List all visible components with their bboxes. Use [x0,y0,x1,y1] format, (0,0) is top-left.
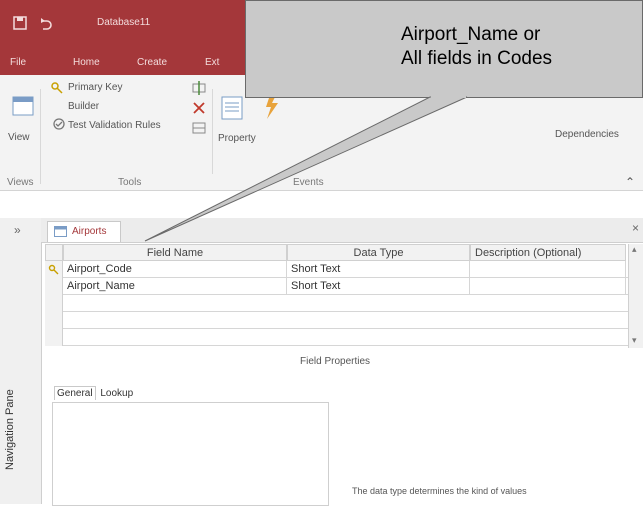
callout-pointer [144,96,468,242]
